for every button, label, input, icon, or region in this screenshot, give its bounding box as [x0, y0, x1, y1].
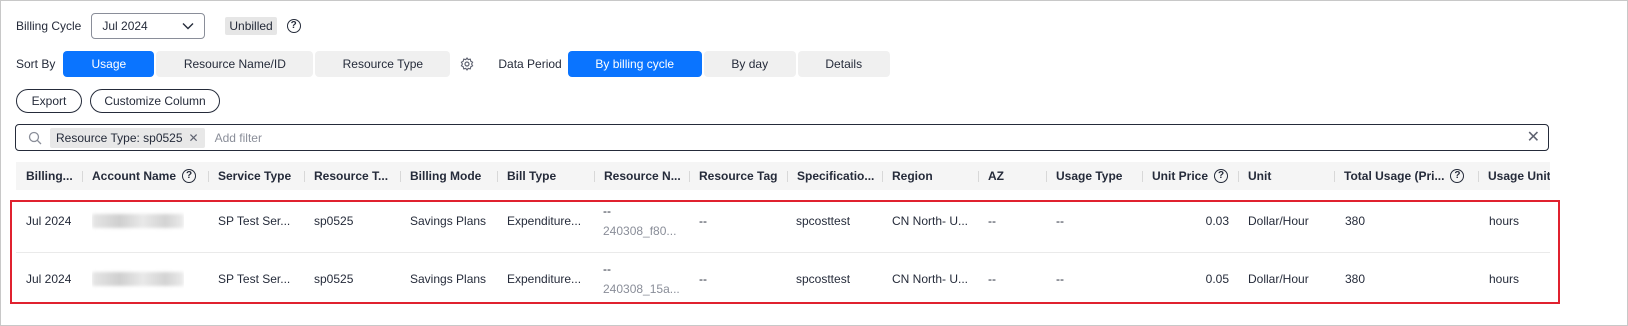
cell-unit: Dollar/Hour — [1248, 214, 1309, 228]
filter-chip: Resource Type: sp0525 ✕ — [50, 127, 205, 148]
cell-az: -- — [988, 214, 996, 228]
sort-resource-type-tab[interactable]: Resource Type — [315, 51, 451, 77]
cell-resource-tag: -- — [699, 272, 707, 286]
cell-resource-tag: -- — [699, 214, 707, 228]
col-billing-mode[interactable]: Billing Mode — [400, 162, 496, 190]
cell-account-name — [92, 196, 184, 246]
close-icon[interactable]: ✕ — [189, 131, 199, 145]
period-by-billing-cycle-tab[interactable]: By billing cycle — [567, 51, 702, 77]
cell-billing-mode: Savings Plans — [410, 214, 487, 228]
help-icon[interactable]: ? — [1214, 169, 1229, 183]
cell-region: CN North- U... — [892, 272, 969, 286]
customize-column-button[interactable]: Customize Column — [90, 89, 220, 113]
help-icon[interactable]: ? — [182, 169, 197, 183]
sort-resource-name-tab[interactable]: Resource Name/ID — [156, 51, 314, 77]
cell-total-usage: 380 — [1345, 272, 1366, 286]
col-account-name[interactable]: Account Name? — [82, 162, 202, 190]
sort-usage-tab[interactable]: Usage — [63, 51, 155, 77]
cell-resource-type: sp0525 — [314, 214, 354, 228]
cell-unit: Dollar/Hour — [1248, 272, 1309, 286]
chevron-down-icon — [182, 19, 194, 33]
col-unit-price[interactable]: Unit Price? — [1142, 162, 1238, 190]
cell-service-type: SP Test Ser... — [218, 214, 291, 228]
cell-usage-unit: hours — [1489, 214, 1520, 228]
billing-cycle-label: Billing Cycle — [16, 19, 82, 33]
sort-by-label: Sort By — [16, 57, 56, 71]
billing-cycle-bar: Billing Cycle Jul 2024 Unbilled ? — [16, 13, 301, 39]
cell-specification: spcosttest — [796, 272, 851, 286]
export-button[interactable]: Export — [16, 89, 82, 113]
cell-billing: Jul 2024 — [26, 214, 72, 228]
col-total-usage[interactable]: Total Usage (Pri...? — [1334, 162, 1478, 190]
add-filter-input[interactable]: Add filter — [215, 131, 262, 145]
cell-usage-type: -- — [1056, 272, 1064, 286]
cell-billing-mode: Savings Plans — [410, 272, 487, 286]
sort-and-period-bar: Sort By Usage Resource Name/ID Resource … — [16, 51, 892, 77]
cell-usage-unit: hours — [1489, 272, 1520, 286]
cell-total-usage: 380 — [1345, 214, 1366, 228]
billing-cycle-select[interactable]: Jul 2024 — [91, 13, 206, 39]
cell-unit-price: 0.05 — [1205, 272, 1229, 286]
col-region[interactable]: Region — [882, 162, 978, 190]
cell-az: -- — [988, 272, 996, 286]
col-usage-unit[interactable]: Usage Unit — [1478, 162, 1550, 190]
filter-chip-label: Resource Type: sp0525 — [56, 130, 183, 145]
blurred-account-name — [92, 272, 184, 286]
cell-resource-name: -- 240308_15a... — [603, 262, 680, 296]
col-resource-name[interactable]: Resource N... — [594, 162, 690, 190]
col-billing[interactable]: Billing... — [26, 162, 86, 190]
table-row[interactable]: Jul 2024 SP Test Ser... sp0525 Savings P… — [16, 254, 1550, 304]
col-unit[interactable]: Unit — [1238, 162, 1334, 190]
row-divider — [16, 252, 1550, 253]
cell-service-type: SP Test Ser... — [218, 272, 291, 286]
col-specification[interactable]: Specificatio... — [787, 162, 883, 190]
cell-resource-name: -- 240308_f80... — [603, 204, 677, 238]
filter-bar[interactable]: Resource Type: sp0525 ✕ Add filter ✕ — [15, 124, 1549, 151]
cell-region: CN North- U... — [892, 214, 969, 228]
col-service-type[interactable]: Service Type — [208, 162, 304, 190]
table-row[interactable]: Jul 2024 SP Test Ser... sp0525 Savings P… — [16, 196, 1550, 246]
status-badge: Unbilled — [225, 17, 277, 35]
cell-usage-type: -- — [1056, 214, 1064, 228]
action-bar: Export Customize Column — [16, 89, 228, 113]
period-by-day-tab[interactable]: By day — [703, 51, 796, 77]
cell-unit-price: 0.03 — [1205, 214, 1229, 228]
col-az[interactable]: AZ — [978, 162, 1046, 190]
col-usage-type[interactable]: Usage Type — [1046, 162, 1142, 190]
cell-resource-type: sp0525 — [314, 272, 354, 286]
cell-bill-type: Expenditure... — [507, 272, 582, 286]
search-icon — [28, 131, 42, 145]
help-icon[interactable]: ? — [286, 19, 301, 33]
clear-icon[interactable]: ✕ — [1527, 130, 1540, 146]
col-bill-type[interactable]: Bill Type — [497, 162, 593, 190]
col-resource-type[interactable]: Resource T... — [304, 162, 400, 190]
period-details-tab[interactable]: Details — [797, 51, 890, 77]
help-icon[interactable]: ? — [1450, 169, 1465, 183]
gear-icon[interactable] — [460, 57, 474, 71]
cell-billing: Jul 2024 — [26, 272, 72, 286]
billing-cycle-value: Jul 2024 — [102, 19, 148, 33]
table-header: Billing... Account Name? Service Type Re… — [16, 162, 1550, 190]
col-resource-tag[interactable]: Resource Tag — [689, 162, 787, 190]
data-period-label: Data Period — [498, 57, 562, 71]
cell-account-name — [92, 254, 184, 304]
cell-specification: spcosttest — [796, 214, 851, 228]
cell-bill-type: Expenditure... — [507, 214, 582, 228]
blurred-account-name — [92, 214, 184, 228]
